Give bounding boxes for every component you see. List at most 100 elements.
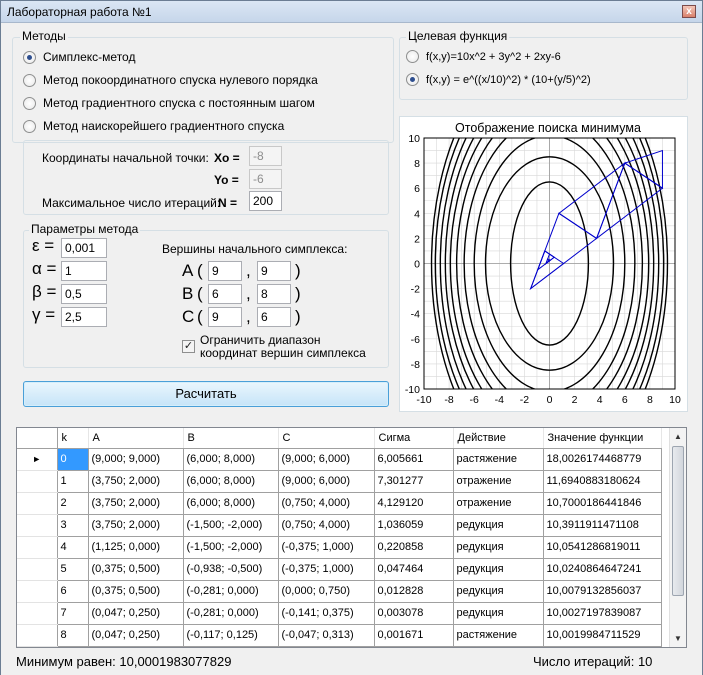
cell-action[interactable]: отражение [452,491,544,515]
vertex-b-x-input[interactable]: 6 [208,284,242,304]
row-header[interactable] [17,602,58,625]
beta-input[interactable]: 0,5 [61,284,107,304]
cell-sigma[interactable]: 0,220858 [373,535,454,559]
cell-b[interactable]: (6,000; 8,000) [182,447,279,471]
cell-c[interactable]: (0,750; 4,000) [277,491,375,515]
cell-a[interactable]: (0,375; 0,500) [87,557,184,581]
cell-function-value[interactable]: 10,0240864647241 [542,557,662,581]
cell-b[interactable]: (-1,500; -2,000) [182,535,279,559]
cell-b[interactable]: (6,000; 8,000) [182,469,279,493]
table-row[interactable]: 8 (0,047; 0,250) (-0,117; 0,125) (-0,047; 0… [17,623,662,647]
cell-k[interactable]: 5 [56,557,89,581]
cell-sigma[interactable]: 7,301277 [373,469,454,493]
cell-c[interactable]: (-0,375; 1,000) [277,557,375,581]
cell-action[interactable]: редукция [452,557,544,581]
column-header-k[interactable]: k [57,428,89,449]
cell-b[interactable]: (-0,117; 0,125) [182,623,279,647]
cell-sigma[interactable]: 4,129120 [373,491,454,515]
row-header[interactable] [17,470,58,493]
cell-action[interactable]: растяжение [452,623,544,647]
alpha-input[interactable]: 1 [61,261,107,281]
cell-action[interactable]: редукция [452,601,544,625]
row-header[interactable] [17,558,58,581]
cell-b[interactable]: (-0,281; 0,000) [182,579,279,603]
column-header-c[interactable]: C [278,428,375,449]
cell-sigma[interactable]: 0,047464 [373,557,454,581]
cell-c[interactable]: (-0,141; 0,375) [277,601,375,625]
column-header-b[interactable]: B [183,428,279,449]
cell-function-value[interactable]: 10,0079132856037 [542,579,662,603]
cell-k[interactable]: 6 [56,579,89,603]
cell-a[interactable]: (0,047; 0,250) [87,623,184,647]
table-row[interactable]: ► 0 (9,000; 9,000) (6,000; 8,000) (9,000; 6,… [17,447,662,471]
table-row[interactable]: 2 (3,750; 2,000) (6,000; 8,000) (0,750; 4,0… [17,491,662,515]
cell-b[interactable]: (-1,500; -2,000) [182,513,279,537]
limit-range-checkbox[interactable]: ✓ [182,340,195,353]
vertex-a-y-input[interactable]: 9 [257,261,291,281]
cell-k[interactable]: 2 [56,491,89,515]
cell-action[interactable]: редукция [452,513,544,537]
vertical-scrollbar[interactable]: ▲ ▼ [669,428,686,647]
cell-action[interactable]: отражение [452,469,544,493]
cell-c[interactable]: (9,000; 6,000) [277,447,375,471]
vertex-c-y-input[interactable]: 6 [257,307,291,327]
cell-function-value[interactable]: 18,0026174468779 [542,447,662,471]
row-header[interactable] [17,514,58,537]
row-header[interactable] [17,624,58,647]
title-bar[interactable]: Лабораторная работа №1 x [1,1,702,23]
cell-action[interactable]: растяжение [452,447,544,471]
table-row[interactable]: 1 (3,750; 2,000) (6,000; 8,000) (9,000; 6,0… [17,469,662,493]
table-row[interactable]: 6 (0,375; 0,500) (-0,281; 0,000) (0,000; 0,… [17,579,662,603]
cell-action[interactable]: редукция [452,535,544,559]
radio-function-quadratic[interactable]: f(x,y)=10x^2 + 3y^2 + 2xy-6 [406,50,561,63]
cell-k[interactable]: 4 [56,535,89,559]
cell-sigma[interactable]: 0,003078 [373,601,454,625]
column-header-action[interactable]: Действие [453,428,544,449]
cell-function-value[interactable]: 10,0541286819011 [542,535,662,559]
row-header[interactable] [17,580,58,603]
cell-action[interactable]: редукция [452,579,544,603]
calculate-button[interactable]: Расчитать [23,381,389,407]
column-header-a[interactable]: A [88,428,184,449]
vertex-b-y-input[interactable]: 8 [257,284,291,304]
cell-sigma[interactable]: 0,001671 [373,623,454,647]
scroll-down-arrow-icon[interactable]: ▼ [670,630,686,647]
cell-a[interactable]: (3,750; 2,000) [87,513,184,537]
cell-c[interactable]: (9,000; 6,000) [277,469,375,493]
gamma-input[interactable]: 2,5 [61,307,107,327]
cell-sigma[interactable]: 0,012828 [373,579,454,603]
current-row-indicator-icon[interactable]: ► [17,448,58,471]
table-row[interactable]: 5 (0,375; 0,500) (-0,938; -0,500) (-0,375; … [17,557,662,581]
cell-function-value[interactable]: 10,0019984711529 [542,623,662,647]
row-header[interactable] [17,492,58,515]
cell-c[interactable]: (-0,047; 0,313) [277,623,375,647]
column-header-sigma[interactable]: Сигма [374,428,454,449]
table-row[interactable]: 3 (3,750; 2,000) (-1,500; -2,000) (0,750; 4… [17,513,662,537]
radio-simplex[interactable]: Симплекс-метод [23,50,135,64]
cell-a[interactable]: (3,750; 2,000) [87,469,184,493]
cell-a[interactable]: (9,000; 9,000) [87,447,184,471]
cell-b[interactable]: (-0,938; -0,500) [182,557,279,581]
scroll-up-arrow-icon[interactable]: ▲ [670,428,686,445]
cell-sigma[interactable]: 1,036059 [373,513,454,537]
cell-c[interactable]: (0,750; 4,000) [277,513,375,537]
cell-k[interactable]: 8 [56,623,89,647]
cell-a[interactable]: (0,375; 0,500) [87,579,184,603]
radio-coordinate-descent[interactable]: Метод покоординатного спуска нулевого по… [23,73,318,87]
cell-b[interactable]: (6,000; 8,000) [182,491,279,515]
max-iterations-input[interactable]: 200 [249,191,282,211]
radio-gradient-constant-step[interactable]: Метод градиентного спуска с постоянным ш… [23,96,315,110]
column-header-function-value[interactable]: Значение функции [543,428,662,449]
cell-k[interactable]: 1 [56,469,89,493]
cell-function-value[interactable]: 10,7000186441846 [542,491,662,515]
cell-function-value[interactable]: 10,0027197839087 [542,601,662,625]
row-header[interactable] [17,536,58,559]
cell-a[interactable]: (3,750; 2,000) [87,491,184,515]
cell-function-value[interactable]: 11,6940883180624 [542,469,662,493]
vertex-c-x-input[interactable]: 9 [208,307,242,327]
radio-steepest-descent[interactable]: Метод наискорейшего градиентного спуска [23,119,284,133]
cell-c[interactable]: (-0,375; 1,000) [277,535,375,559]
y0-input[interactable]: -6 [249,169,282,189]
epsilon-input[interactable]: 0,001 [61,238,107,258]
cell-k[interactable]: 3 [56,513,89,537]
